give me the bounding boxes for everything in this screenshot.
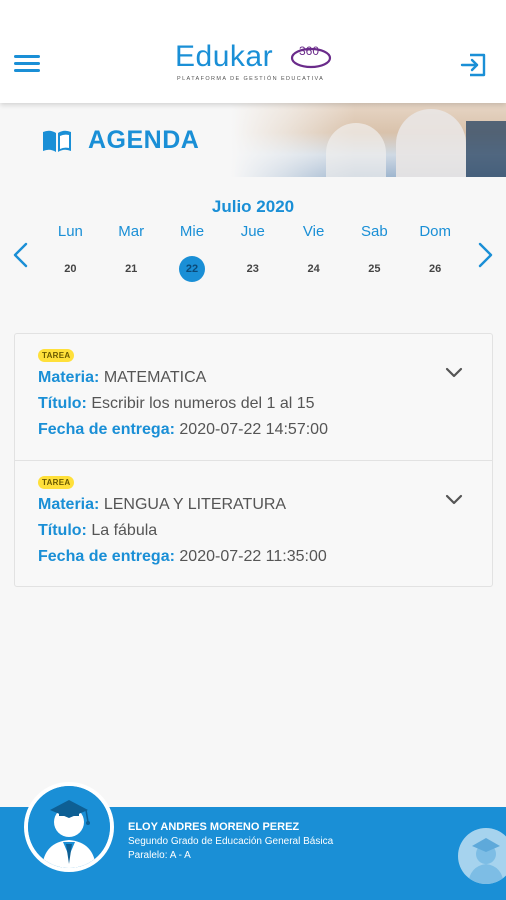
title-label: Título: <box>38 522 87 539</box>
due-date-value: 2020-07-22 14:57:00 <box>179 421 328 438</box>
logo-number: 360 <box>299 44 320 58</box>
due-date-label: Fecha de entrega: <box>38 421 175 438</box>
logo-360-mark: 360 <box>289 44 333 70</box>
student-name: ELOY ANDRES MORENO PEREZ <box>128 821 300 833</box>
day-number-selected[interactable]: 22 <box>178 256 205 282</box>
day-number[interactable]: 23 <box>240 256 266 282</box>
calendar-day[interactable]: Vie 24 <box>283 222 344 282</box>
calendar-day[interactable]: Sab 25 <box>344 222 405 282</box>
day-name: Mie <box>179 223 205 240</box>
title-value: Escribir los numeros del 1 al 15 <box>91 395 315 412</box>
switch-student-icon[interactable] <box>458 828 506 884</box>
task-title-row: Título: La fábula <box>38 518 492 544</box>
task-item[interactable]: TAREA Materia: LENGUA Y LITERATURA Títul… <box>15 460 492 586</box>
day-number[interactable]: 25 <box>361 256 387 282</box>
calendar-day[interactable]: Dom 26 <box>405 222 466 282</box>
calendar-day[interactable]: Jue 23 <box>222 222 283 282</box>
day-number[interactable]: 24 <box>301 256 327 282</box>
subject-value: LENGUA Y LITERATURA <box>103 496 287 513</box>
page-title: AGENDA <box>88 126 200 154</box>
subject-label: Materia: <box>38 369 100 386</box>
day-number[interactable]: 26 <box>422 256 448 282</box>
chevron-left-icon[interactable] <box>10 241 32 269</box>
title-label: Título: <box>38 395 87 412</box>
task-type-badge: TAREA <box>38 476 75 489</box>
calendar-month-label: Julio 2020 <box>211 197 295 216</box>
day-name: Dom <box>419 223 452 240</box>
task-item[interactable]: TAREA Materia: MATEMATICA Título: Escrib… <box>15 334 492 460</box>
task-type-badge: TAREA <box>38 349 75 362</box>
day-name: Lun <box>57 223 83 240</box>
task-date-row: Fecha de entrega: 2020-07-22 14:57:00 <box>38 417 492 443</box>
calendar-day-selected[interactable]: Mie 22 <box>162 222 223 282</box>
calendar-week: Lun 20 Mar 21 Mie 22 Jue 23 Vie 24 Sab 2… <box>40 222 466 282</box>
day-name: Sab <box>361 223 388 240</box>
subject-label: Materia: <box>38 496 100 513</box>
day-number[interactable]: 21 <box>118 256 144 282</box>
student-grade: Segundo Grado de Educación General Básic… <box>128 836 334 847</box>
task-subject-row: Materia: MATEMATICA <box>38 365 492 391</box>
student-avatar <box>24 782 114 872</box>
title-value: La fábula <box>91 522 158 539</box>
hamburger-menu-icon[interactable] <box>14 55 40 75</box>
task-subject-row: Materia: LENGUA Y LITERATURA <box>38 492 492 518</box>
day-name: Mar <box>118 223 145 240</box>
calendar-day[interactable]: Mar 21 <box>101 222 162 282</box>
app-header: Edukar 360 PLATAFORMA DE GESTIÓN EDUCATI… <box>0 0 506 103</box>
day-name: Jue <box>240 223 265 240</box>
chevron-right-icon[interactable] <box>474 241 496 269</box>
book-icon <box>41 129 73 153</box>
subject-value: MATEMATICA <box>103 369 207 386</box>
task-date-row: Fecha de entrega: 2020-07-22 11:35:00 <box>38 544 492 570</box>
logout-icon[interactable] <box>460 52 488 78</box>
chevron-down-icon[interactable] <box>444 493 464 507</box>
banner-photo <box>231 103 506 177</box>
task-list: TAREA Materia: MATEMATICA Título: Escrib… <box>14 333 493 587</box>
agenda-banner <box>0 103 506 179</box>
day-number[interactable]: 20 <box>57 256 83 282</box>
day-name: Vie <box>302 223 325 240</box>
chevron-down-icon[interactable] <box>444 366 464 380</box>
logo-subtitle: PLATAFORMA DE GESTIÓN EDUCATIVA <box>177 76 325 82</box>
student-paralelo: Paralelo: A - A <box>128 850 191 861</box>
due-date-value: 2020-07-22 11:35:00 <box>179 548 327 565</box>
edukar-logo: Edukar 360 PLATAFORMA DE GESTIÓN EDUCATI… <box>175 42 335 88</box>
task-title-row: Título: Escribir los numeros del 1 al 15 <box>38 391 492 417</box>
calendar-day[interactable]: Lun 20 <box>40 222 101 282</box>
due-date-label: Fecha de entrega: <box>38 548 175 565</box>
